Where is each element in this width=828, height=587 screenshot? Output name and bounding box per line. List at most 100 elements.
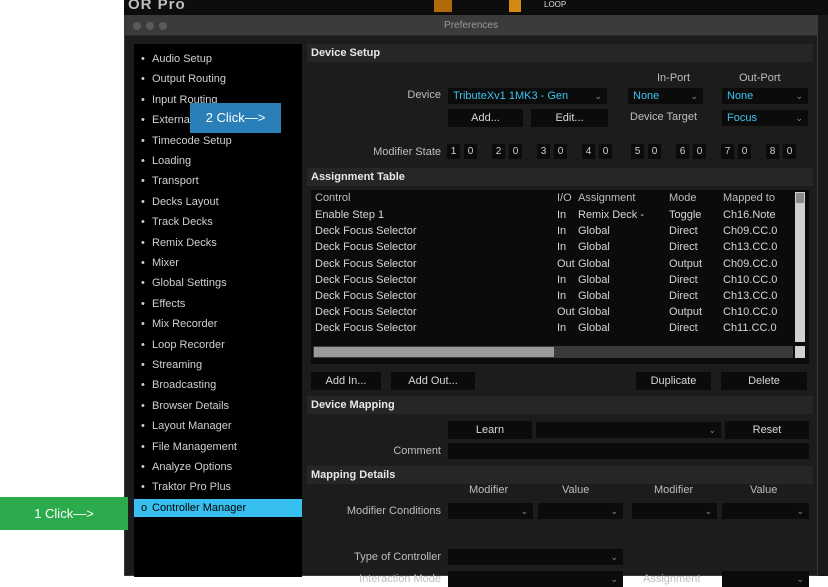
in-port-select[interactable]: None ⌄ [628,88,703,104]
sidebar-item[interactable]: • Decks Layout [134,193,302,211]
table-cell: Global [578,322,610,335]
value-1-select[interactable]: ⌄ [538,503,623,519]
table-row[interactable]: Deck Focus Selector In Global Direct Ch13.CC… [311,290,793,305]
device-select[interactable]: TributeXv1 1MK3 - Gen ⌄ [448,88,607,104]
value-column-label: Value [562,484,590,496]
table-cell: Deck Focus Selector [315,225,417,238]
sidebar-item[interactable]: • Mixer [134,254,302,272]
modifier-value-field[interactable]: 0 [464,144,477,159]
column-header[interactable]: Assignment [578,192,635,204]
sidebar-item-label: Output Routing [152,73,226,86]
table-row[interactable]: Deck Focus Selector In Global Direct Ch11.CC… [311,322,793,337]
sidebar-item[interactable]: • Global Settings [134,274,302,292]
chevron-down-icon: ⌄ [796,574,804,584]
mapping-details-title: Mapping Details [311,469,396,481]
device-target-select[interactable]: Focus ⌄ [722,110,808,126]
vertical-scrollbar[interactable] [795,192,805,342]
sidebar-item[interactable]: • Remix Decks [134,234,302,252]
bullet-icon: • [141,481,145,494]
sidebar-item[interactable]: • Analyze Options [134,458,302,476]
table-row[interactable]: Enable Step 1 In Remix Deck - Toggle Ch16.No… [311,209,793,224]
table-cell: Global [578,290,610,302]
modifier-value-field[interactable]: 0 [509,144,522,159]
sidebar-item[interactable]: • Transport [134,172,302,190]
modifier-1-select[interactable]: ⌄ [448,503,533,519]
table-cell: Ch09.CC.0 [723,225,778,238]
table-cell: Toggle [669,209,702,221]
column-header[interactable]: Control [315,192,350,204]
add-in-button[interactable]: Add In... [311,372,381,390]
table-cell: Ch10.CC.0 [723,306,778,319]
window-title: Preferences [444,20,498,31]
interaction-mode-select[interactable]: ⌄ [448,571,623,587]
modifier-state-row: 1020304050607080 [447,144,811,160]
learn-button[interactable]: Learn [448,421,532,439]
modifier-value-field[interactable]: 0 [738,144,751,159]
sidebar-item[interactable]: • Timecode Setup [134,132,302,150]
sidebar-item[interactable]: • Output Routing [134,70,302,88]
scrollbar-thumb[interactable] [314,347,554,357]
sidebar-item-label: Mix Recorder [152,318,218,331]
bullet-icon: • [141,236,145,249]
table-row[interactable]: Deck Focus Selector In Global Direct Ch10.CC… [311,274,793,289]
column-header[interactable]: Mapped to [723,192,775,204]
sidebar-item[interactable]: • Mix Recorder [134,315,302,333]
bullet-icon: • [141,257,145,269]
modifier-2-select[interactable]: ⌄ [632,503,717,519]
assignment-select[interactable]: ⌄ [722,571,809,587]
comment-field[interactable] [448,443,809,459]
sidebar-item[interactable]: • Track Decks [134,213,302,231]
scrollbar-corner [795,346,805,358]
value-2-select[interactable]: ⌄ [722,503,809,519]
sidebar-item-label: File Management [152,440,237,453]
table-row[interactable]: Deck Focus Selector Out Global Output Ch09.C… [311,258,793,273]
add-out-button[interactable]: Add Out... [391,372,475,390]
table-cell: Ch10.CC.0 [723,273,778,286]
table-cell: Ch16.Note [723,209,776,221]
add-device-button[interactable]: Add... [448,109,523,127]
sidebar-item[interactable]: • Streaming [134,356,302,374]
horizontal-scrollbar[interactable] [313,346,793,358]
assignment-table[interactable]: Control I/O Assignment Mode Mapped to En… [311,190,809,364]
sidebar-item[interactable]: • Traktor Pro Plus [134,478,302,496]
sidebar-item-label: Transport [152,175,199,188]
window-titlebar: Preferences [125,16,817,36]
table-cell: Deck Focus Selector [315,241,417,254]
sidebar-item[interactable]: • File Management [134,438,302,456]
sidebar-item[interactable]: • Loop Recorder [134,336,302,354]
table-cell: Ch09.CC.0 [723,257,778,270]
learn-select[interactable]: ⌄ [536,422,721,438]
table-cell: Output [669,257,703,270]
modifier-value-field[interactable]: 0 [693,144,706,159]
edit-device-button[interactable]: Edit... [531,109,608,127]
type-of-controller-select[interactable]: ⌄ [448,549,623,565]
column-header[interactable]: Mode [669,192,697,204]
modifier-value-field[interactable]: 0 [554,144,567,159]
reset-button[interactable]: Reset [725,421,809,439]
table-cell: In [557,241,567,254]
modifier-value-field[interactable]: 0 [648,144,661,159]
sidebar-item[interactable]: • Broadcasting [134,376,302,394]
sidebar-item-label: Streaming [152,359,203,371]
column-header[interactable]: I/O [557,192,572,204]
modifier-value-field[interactable]: 0 [783,144,796,159]
sidebar-item[interactable]: • Effects [134,295,302,313]
modifier-value-field[interactable]: 0 [599,144,612,159]
duplicate-button[interactable]: Duplicate [636,372,711,390]
sidebar-item[interactable]: • Loading [134,152,302,170]
sidebar-item[interactable]: o Controller Manager [134,498,302,517]
device-setup-title: Device Setup [311,47,381,59]
scrollbar-thumb[interactable] [796,193,804,203]
delete-button[interactable]: Delete [721,372,807,390]
bullet-icon: • [141,440,145,453]
sidebar-item[interactable]: • Browser Details [134,397,302,415]
sidebar-item-label: Mixer [152,257,179,269]
table-row[interactable]: Deck Focus Selector In Global Direct Ch09.CC… [311,225,793,240]
modifier-number: 8 [766,144,779,159]
sidebar-item[interactable]: • Audio Setup [134,50,302,68]
table-cell: Global [578,241,610,254]
out-port-select[interactable]: None ⌄ [722,88,808,104]
table-row[interactable]: Deck Focus Selector Out Global Output Ch10.C… [311,306,793,321]
sidebar-item[interactable]: • Layout Manager [134,417,302,435]
table-row[interactable]: Deck Focus Selector In Global Direct Ch13.CC… [311,241,793,256]
